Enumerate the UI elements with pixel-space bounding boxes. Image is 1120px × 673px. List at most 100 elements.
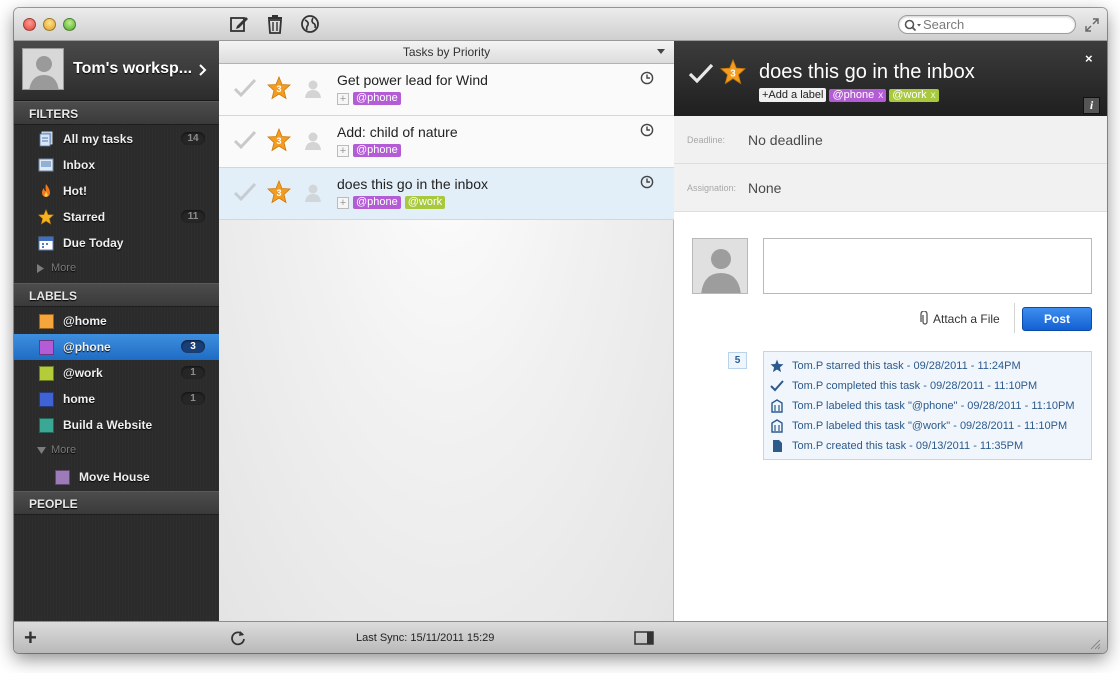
close-icon[interactable]: × <box>1085 51 1093 66</box>
deadline-value[interactable]: No deadline <box>748 132 823 148</box>
fullscreen-icon[interactable] <box>1084 17 1100 33</box>
priority-star-icon[interactable]: 3 <box>267 128 291 152</box>
resize-grip-icon[interactable] <box>1089 638 1101 650</box>
post-button[interactable]: Post <box>1022 307 1092 331</box>
refresh-icon[interactable] <box>229 629 247 647</box>
label-pill[interactable]: @work <box>404 196 446 209</box>
close-window-button[interactable] <box>23 18 36 31</box>
task-detail-header: 3 does this go in the inbox +Add a label… <box>674 41 1107 116</box>
label-icon <box>770 419 784 433</box>
label-pill[interactable]: @work x <box>889 88 939 102</box>
remove-label-button[interactable]: x <box>878 90 883 101</box>
search-icon <box>904 19 921 32</box>
label-swatch <box>38 339 54 355</box>
minimize-window-button[interactable] <box>43 18 56 31</box>
comment-input[interactable] <box>763 238 1092 294</box>
sidebar-item-hot[interactable]: Hot! <box>14 178 219 204</box>
sidebar-item-label-home-at[interactable]: @home <box>14 308 219 334</box>
assignee-icon[interactable] <box>303 130 323 150</box>
task-row[interactable]: 3 Get power lead for Wind + @phone <box>219 64 674 116</box>
info-icon[interactable]: i <box>1083 97 1100 114</box>
avatar <box>692 238 748 294</box>
label-pill[interactable]: @phone <box>353 196 401 209</box>
triangle-right-icon <box>36 263 44 273</box>
label-swatch <box>38 391 54 407</box>
add-label-icon[interactable]: + <box>337 144 349 157</box>
task-list-pane: Tasks by Priority 3 Get power lead for W… <box>219 41 674 621</box>
label-icon <box>770 399 784 413</box>
task-row-selected[interactable]: 3 does this go in the inbox + @phone @wo… <box>219 168 674 220</box>
checkmark-icon[interactable] <box>233 130 257 150</box>
checkmark-icon <box>770 379 784 393</box>
search-input[interactable] <box>923 17 1071 32</box>
clock-icon[interactable] <box>640 175 654 189</box>
label-pill[interactable]: @phone <box>353 92 401 105</box>
add-label-button[interactable]: +Add a label <box>759 88 827 102</box>
label-swatch <box>38 365 54 381</box>
priority-number: 3 <box>730 68 736 79</box>
task-title: does this go in the inbox <box>337 176 488 192</box>
assignee-icon[interactable] <box>303 78 323 98</box>
documents-icon <box>38 131 54 147</box>
web-sync-button[interactable] <box>298 13 322 35</box>
list-item: Tom.P labeled this task "@phone" - 09/28… <box>770 396 1075 416</box>
sidebar-item-label-build-a-website[interactable]: Build a Website <box>14 412 219 438</box>
sidebar-item-inbox[interactable]: Inbox <box>14 152 219 178</box>
checkmark-icon[interactable] <box>233 182 257 202</box>
sidebar-item-starred[interactable]: Starred 11 <box>14 204 219 230</box>
workspace-avatar <box>22 48 64 90</box>
person-icon <box>29 56 59 89</box>
label-swatch <box>54 469 70 485</box>
sidebar-item-label-phone[interactable]: @phone 3 <box>14 334 219 360</box>
sidebar-item-due-today[interactable]: Due Today <box>14 230 219 256</box>
label-swatch <box>38 417 54 433</box>
list-item: Tom.P completed this task - 09/28/2011 -… <box>770 376 1037 396</box>
compose-task-button[interactable] <box>227 13 251 35</box>
count-badge: 1 <box>181 366 205 379</box>
search-field[interactable] <box>898 15 1076 34</box>
priority-number: 3 <box>276 84 281 94</box>
workspace-switcher[interactable]: Tom's worksp... <box>14 41 219 101</box>
add-label-icon[interactable]: + <box>337 92 349 105</box>
clock-icon[interactable] <box>640 71 654 85</box>
triangle-down-icon <box>36 446 46 454</box>
label-pill[interactable]: @phone x <box>829 88 887 102</box>
add-label-icon[interactable]: + <box>337 196 349 209</box>
add-list-button[interactable]: + <box>24 627 37 649</box>
delete-task-button[interactable] <box>263 13 287 35</box>
task-detail-title[interactable]: does this go in the inbox <box>759 61 975 84</box>
toggle-panel-icon[interactable] <box>634 631 654 645</box>
filters-more-toggle[interactable]: More <box>14 256 219 282</box>
labels-more-toggle[interactable]: More <box>14 438 219 464</box>
sidebar-item-all-my-tasks[interactable]: All my tasks 14 <box>14 126 219 152</box>
assignee-icon[interactable] <box>303 182 323 202</box>
checkmark-icon[interactable] <box>688 62 714 84</box>
assignation-label: Assignation: <box>687 183 737 193</box>
priority-star-icon[interactable]: 3 <box>267 76 291 100</box>
remove-label-button[interactable]: x <box>931 90 936 101</box>
task-list-title: Tasks by Priority <box>402 45 491 59</box>
task-sort-selector[interactable]: Tasks by Priority <box>219 41 674 64</box>
clock-icon[interactable] <box>640 123 654 137</box>
label-pill[interactable]: @phone <box>353 144 401 157</box>
paperclip-icon <box>920 311 928 325</box>
list-item: Tom.P created this task - 09/13/2011 - 1… <box>770 436 1023 456</box>
label-swatch <box>38 313 54 329</box>
sidebar-item-label-home[interactable]: home 1 <box>14 386 219 412</box>
assignation-field[interactable]: Assignation: None <box>674 164 1107 212</box>
assignation-value[interactable]: None <box>748 180 781 196</box>
inbox-icon <box>38 157 54 173</box>
people-header: PEOPLE <box>14 491 219 515</box>
priority-star-icon[interactable]: 3 <box>720 59 746 85</box>
list-item: Tom.P labeled this task "@work" - 09/28/… <box>770 416 1067 436</box>
checkmark-icon[interactable] <box>233 78 257 98</box>
task-row[interactable]: 3 Add: child of nature + @phone <box>219 116 674 168</box>
attach-file-button[interactable]: Attach a File <box>920 311 1000 326</box>
person-icon <box>701 249 741 293</box>
sidebar-item-label-move-house[interactable]: Move House <box>14 464 219 490</box>
count-badge: 14 <box>181 132 205 145</box>
priority-star-icon[interactable]: 3 <box>267 180 291 204</box>
sidebar-item-label-work[interactable]: @work 1 <box>14 360 219 386</box>
deadline-field[interactable]: Deadline: No deadline <box>674 116 1107 164</box>
zoom-window-button[interactable] <box>63 18 76 31</box>
